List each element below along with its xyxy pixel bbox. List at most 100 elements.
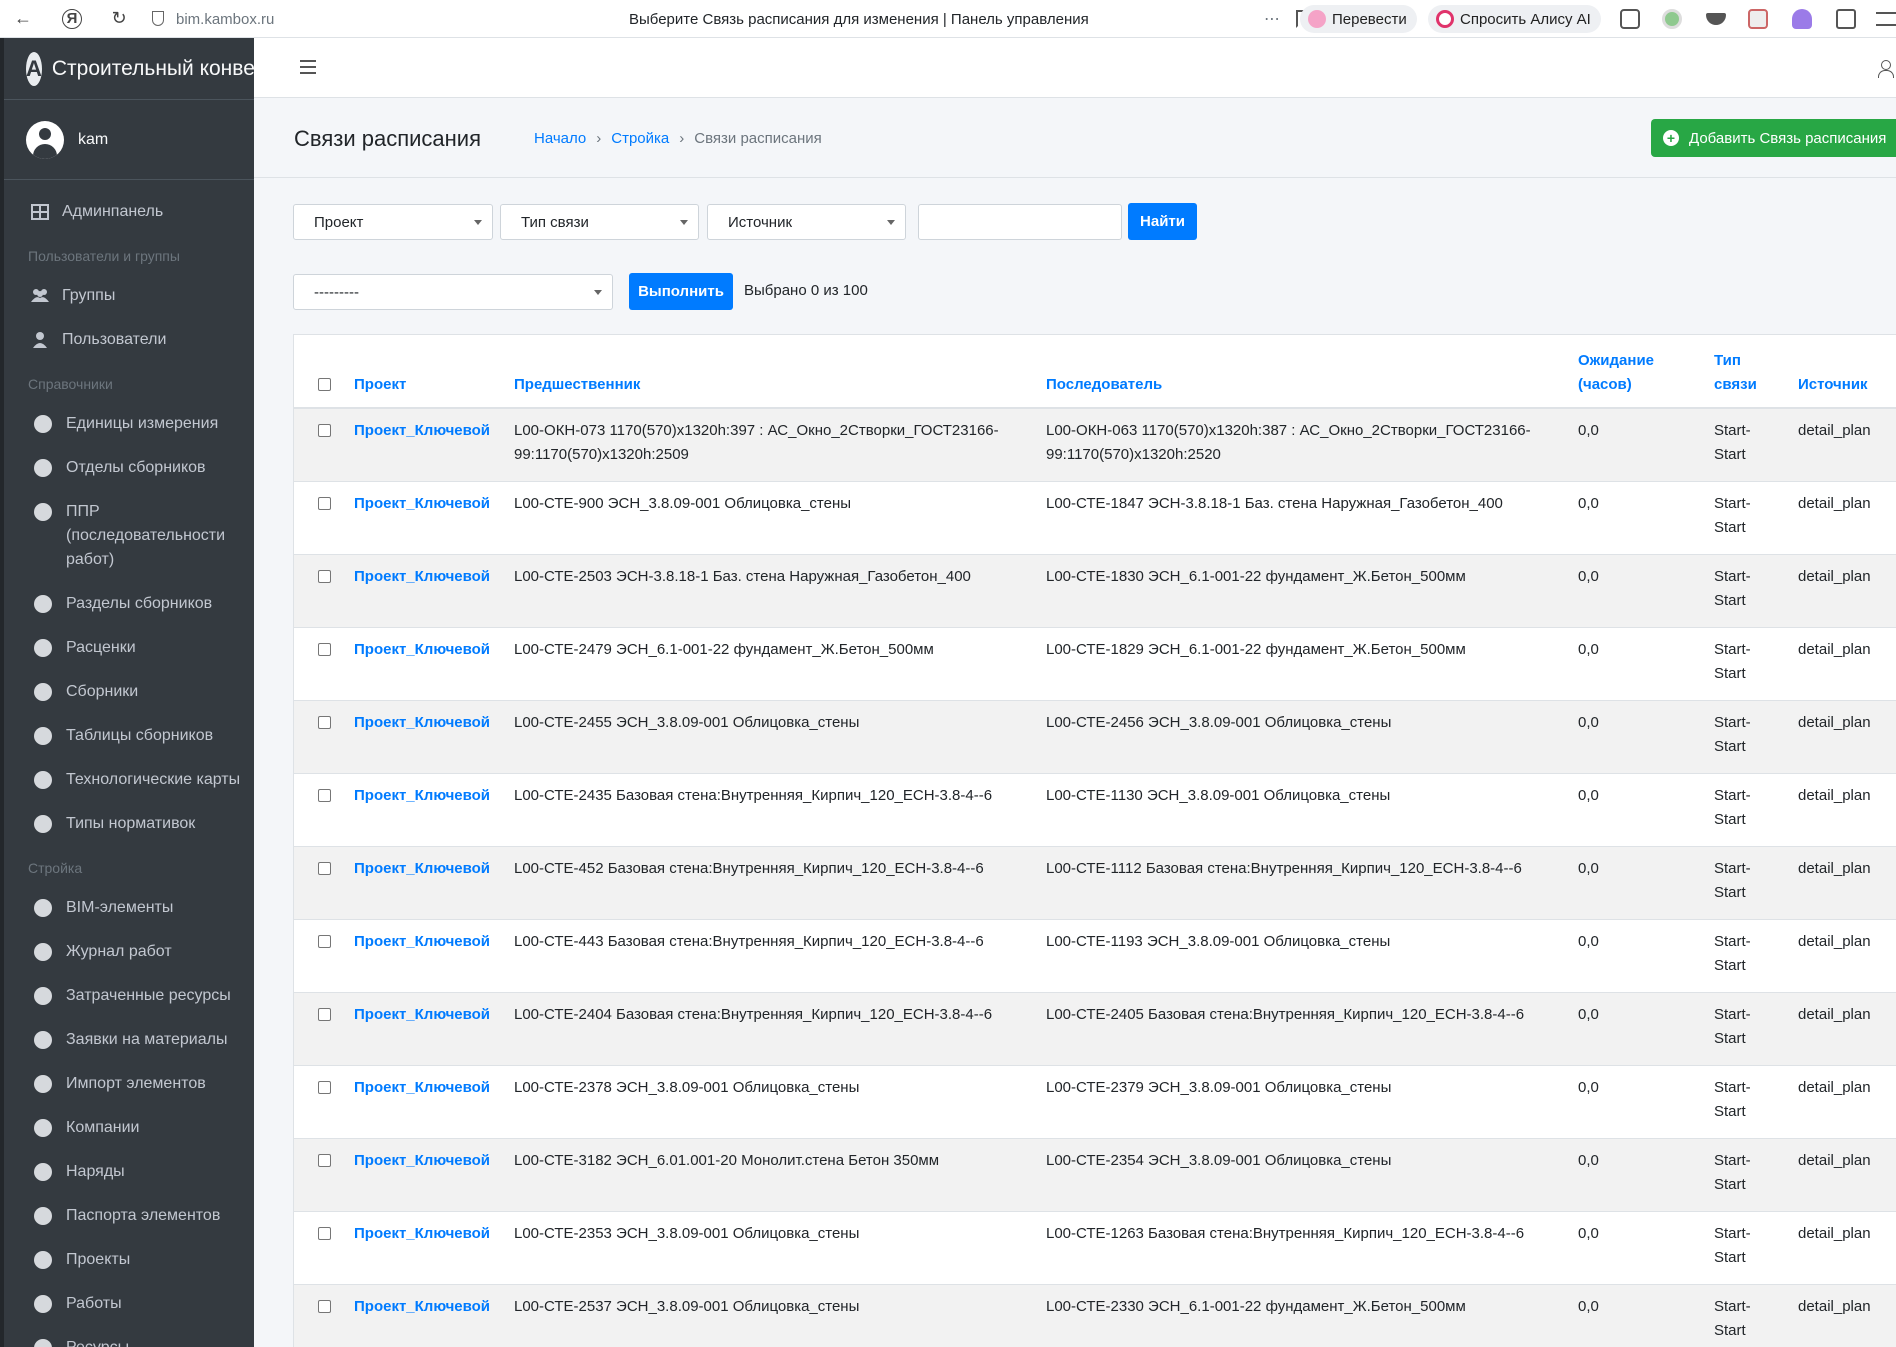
sidebar-item-collections[interactable]: Сборники: [4, 670, 254, 714]
select-all-checkbox[interactable]: [318, 378, 331, 391]
row-checkbox[interactable]: [318, 1299, 331, 1313]
breadcrumb-construction[interactable]: Стройка: [611, 130, 669, 147]
project-cell[interactable]: Проект_Ключевой: [346, 408, 506, 482]
sidebar-item-tech-cards[interactable]: Технологические карты: [4, 758, 254, 802]
source-filter-value: Источник: [728, 213, 793, 231]
row-select-cell: [294, 919, 346, 993]
project-cell[interactable]: Проект_Ключевой: [346, 1211, 506, 1285]
extension-window-icon[interactable]: [1748, 9, 1768, 29]
link-type-filter-select[interactable]: Тип связи: [500, 204, 699, 240]
row-checkbox[interactable]: [318, 1007, 331, 1021]
row-checkbox[interactable]: [318, 788, 331, 802]
project-cell[interactable]: Проект_Ключевой: [346, 481, 506, 555]
row-checkbox[interactable]: [318, 934, 331, 948]
user-panel[interactable]: kam: [4, 100, 254, 180]
alice-button[interactable]: Спросить Алису AI: [1428, 5, 1601, 33]
breadcrumb-current: Связи расписания: [694, 130, 822, 147]
project-filter-select[interactable]: Проект: [293, 204, 493, 240]
source-cell: detail_plan: [1790, 554, 1896, 628]
plus-circle-icon: +: [1663, 130, 1679, 146]
puzzle-icon[interactable]: [1836, 9, 1856, 29]
predecessor-cell: L00-СТЕ-2455 ЭСН_3.8.09-001 Облицовка_ст…: [506, 700, 1038, 774]
sidebar-item-collection-departments[interactable]: Отделы сборников: [4, 446, 254, 490]
user-menu-icon[interactable]: [1878, 60, 1894, 78]
yandex-icon[interactable]: Я: [62, 8, 82, 29]
column-header-predecessor[interactable]: Предшественник: [506, 335, 1038, 409]
sidebar-item-units[interactable]: Единицы измерения: [4, 402, 254, 446]
row-checkbox[interactable]: [318, 1226, 331, 1240]
row-checkbox[interactable]: [318, 569, 331, 583]
project-cell[interactable]: Проект_Ключевой: [346, 1065, 506, 1139]
hamburger-icon[interactable]: [300, 60, 316, 74]
sidebar-item-collection-tables[interactable]: Таблицы сборников: [4, 714, 254, 758]
sidebar-item-companies[interactable]: Компании: [4, 1106, 254, 1150]
sidebar-item-groups[interactable]: Группы: [4, 274, 254, 318]
breadcrumb: Начало › Стройка › Связи расписания: [534, 130, 822, 147]
row-checkbox[interactable]: [318, 861, 331, 875]
column-header-source[interactable]: Источник: [1790, 335, 1896, 409]
row-checkbox[interactable]: [318, 715, 331, 729]
extension-tray-icon[interactable]: [1706, 13, 1726, 25]
search-button[interactable]: Найти: [1128, 203, 1197, 240]
menu-icon[interactable]: [1876, 12, 1896, 26]
project-cell[interactable]: Проект_Ключевой: [346, 992, 506, 1066]
back-icon[interactable]: ←: [8, 4, 38, 34]
project-cell[interactable]: Проект_Ключевой: [346, 846, 506, 920]
table-row: Проект_Ключевой L00-СТЕ-3182 ЭСН_6.01.001…: [294, 1138, 1896, 1212]
row-checkbox[interactable]: [318, 642, 331, 656]
project-cell[interactable]: Проект_Ключевой: [346, 1284, 506, 1347]
table-body: Проект_Ключевой L00-ОКН-073 1170(570)x132…: [294, 408, 1896, 1347]
source-filter-select[interactable]: Источник: [707, 204, 906, 240]
sidebar-item-work-orders[interactable]: Наряды: [4, 1150, 254, 1194]
row-checkbox[interactable]: [318, 496, 331, 510]
column-header-link-type[interactable]: Тип связи: [1706, 335, 1790, 409]
sidebar-item-import-elements[interactable]: Импорт элементов: [4, 1062, 254, 1106]
run-action-button[interactable]: Выполнить: [629, 273, 733, 310]
sidebar-item-norm-types[interactable]: Типы нормативок: [4, 802, 254, 846]
action-select[interactable]: ---------: [293, 274, 613, 310]
column-header-wait[interactable]: Ожидание (часов): [1570, 335, 1706, 409]
sidebar-item-ppr[interactable]: ППР (последовательности работ): [4, 490, 254, 582]
sidebar-item-material-requests[interactable]: Заявки на материалы: [4, 1018, 254, 1062]
circle-icon: [34, 683, 52, 701]
reload-icon[interactable]: ↻: [104, 4, 134, 34]
sidebar-item-resources[interactable]: Ресурсы: [4, 1326, 254, 1347]
project-cell[interactable]: Проект_Ключевой: [346, 700, 506, 774]
column-header-project[interactable]: Проект: [346, 335, 506, 409]
circle-icon: [34, 815, 52, 833]
extension-crystal-icon[interactable]: [1792, 9, 1812, 29]
sidebar-item-users[interactable]: Пользователи: [4, 318, 254, 362]
sidebar-item-bim-elements[interactable]: BIM-элементы: [4, 886, 254, 930]
circle-icon: [34, 1339, 52, 1347]
sidebar-item-collection-sections[interactable]: Разделы сборников: [4, 582, 254, 626]
project-cell[interactable]: Проект_Ключевой: [346, 554, 506, 628]
more-icon[interactable]: ⋯: [1264, 9, 1280, 29]
sidebar-item-element-passports[interactable]: Паспорта элементов: [4, 1194, 254, 1238]
sidebar-item-admin[interactable]: Админпанель: [4, 190, 254, 234]
add-schedule-link-button[interactable]: + Добавить Связь расписания: [1651, 119, 1896, 157]
project-cell[interactable]: Проект_Ключевой: [346, 627, 506, 701]
predecessor-cell: L00-СТЕ-452 Базовая стена:Внутренняя_Кир…: [506, 846, 1038, 920]
sidebar-item-work-log[interactable]: Журнал работ: [4, 930, 254, 974]
project-cell[interactable]: Проект_Ключевой: [346, 1138, 506, 1212]
circle-icon: [34, 987, 52, 1005]
extension-circle-icon[interactable]: [1662, 9, 1682, 29]
brand-link[interactable]: A Строительный конвейер: [4, 38, 254, 100]
project-cell[interactable]: Проект_Ключевой: [346, 773, 506, 847]
sidebar-item-spent-resources[interactable]: Затраченные ресурсы: [4, 974, 254, 1018]
sidebar-item-works[interactable]: Работы: [4, 1282, 254, 1326]
column-header-successor[interactable]: Последователь: [1038, 335, 1570, 409]
project-cell[interactable]: Проект_Ключевой: [346, 919, 506, 993]
breadcrumb-home[interactable]: Начало: [534, 130, 586, 147]
address-bar[interactable]: bim.kambox.ru Выберите Связь расписания …: [142, 4, 1326, 34]
qr-icon[interactable]: [1620, 9, 1640, 29]
row-checkbox[interactable]: [318, 1080, 331, 1094]
wait-cell: 0,0: [1570, 1211, 1706, 1285]
source-cell: detail_plan: [1790, 773, 1896, 847]
row-checkbox[interactable]: [318, 1153, 331, 1167]
row-checkbox[interactable]: [318, 424, 331, 437]
sidebar-item-projects[interactable]: Проекты: [4, 1238, 254, 1282]
search-input[interactable]: [918, 204, 1122, 240]
sidebar-item-rates[interactable]: Расценки: [4, 626, 254, 670]
translate-button[interactable]: Перевести: [1300, 5, 1417, 33]
